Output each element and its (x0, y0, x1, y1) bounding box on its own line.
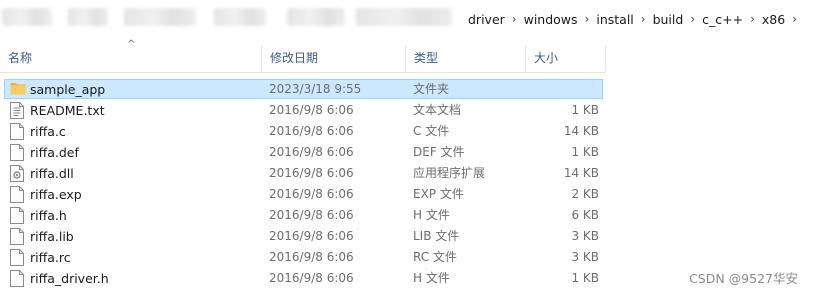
blurred-path-segment (356, 8, 452, 26)
file-icon (10, 144, 24, 161)
chevron-right-icon[interactable]: › (640, 12, 647, 26)
chevron-right-icon[interactable]: › (749, 12, 756, 26)
breadcrumb-item[interactable]: windows (518, 12, 584, 27)
file-row[interactable]: sample_app 2023/3/18 9:55 文件夹 (0, 79, 606, 100)
file-name: riffa.lib (30, 229, 74, 244)
blurred-path-segment (68, 8, 108, 26)
file-modified-date: 2016/9/8 6:06 (269, 187, 354, 201)
text-file-icon (10, 102, 24, 119)
file-type: 文本文档 (413, 103, 462, 117)
file-row[interactable]: riffa.exp 2016/9/8 6:06 EXP 文件 2 KB (0, 184, 606, 205)
chevron-right-icon[interactable]: › (584, 12, 591, 26)
file-name: README.txt (30, 103, 105, 118)
file-icon (10, 186, 24, 203)
blurred-path-segment (287, 8, 345, 26)
column-header-row: 名称 修改日期 类型 大小 (0, 45, 606, 73)
breadcrumb-item[interactable]: driver (462, 12, 511, 27)
file-name: riffa.c (30, 124, 66, 139)
chevron-right-icon[interactable]: › (791, 12, 798, 26)
file-type: LIB 文件 (413, 229, 460, 243)
file-row[interactable]: riffa.rc 2016/9/8 6:06 RC 文件 3 KB (0, 247, 606, 268)
file-row[interactable]: README.txt 2016/9/8 6:06 文本文档 1 KB (0, 100, 606, 121)
chevron-right-icon[interactable]: › (511, 12, 518, 26)
file-row[interactable]: riffa.h 2016/9/8 6:06 H 文件 6 KB (0, 205, 606, 226)
column-header-name[interactable]: 名称 (0, 45, 262, 72)
file-list: sample_app 2023/3/18 9:55 文件夹 README.txt 201… (0, 79, 814, 289)
file-type: RC 文件 (413, 250, 457, 264)
column-header-date[interactable]: 修改日期 (262, 45, 406, 72)
dll-file-icon (10, 165, 24, 182)
file-row[interactable]: riffa.lib 2016/9/8 6:06 LIB 文件 3 KB (0, 226, 606, 247)
file-name: riffa.rc (30, 250, 71, 265)
file-modified-date: 2016/9/8 6:06 (269, 166, 354, 180)
file-type: 文件夹 (413, 82, 450, 96)
file-name: riffa.h (30, 208, 67, 223)
file-type: DEF 文件 (413, 145, 465, 159)
file-modified-date: 2023/3/18 9:55 (269, 82, 362, 96)
file-modified-date: 2016/9/8 6:06 (269, 124, 354, 138)
file-size: 14 KB (563, 124, 599, 138)
file-modified-date: 2016/9/8 6:06 (269, 250, 354, 264)
breadcrumb-item[interactable]: install (590, 12, 639, 27)
file-icon (10, 270, 24, 287)
breadcrumb-item[interactable]: build (647, 12, 690, 27)
file-size: 1 KB (571, 271, 599, 285)
file-row[interactable]: riffa.dll 2016/9/8 6:06 应用程序扩展 14 KB (0, 163, 606, 184)
watermark: CSDN @9527华安 (689, 271, 798, 286)
file-size: 1 KB (571, 145, 599, 159)
file-modified-date: 2016/9/8 6:06 (269, 271, 354, 285)
file-size: 2 KB (571, 187, 599, 201)
file-icon (10, 123, 24, 140)
column-header-type[interactable]: 类型 (406, 45, 526, 72)
file-size: 3 KB (571, 229, 599, 243)
address-bar[interactable]: driver › windows › install › build › c_c++ › x86 › (0, 0, 814, 38)
file-icon (10, 228, 24, 245)
file-name: riffa_driver.h (30, 271, 109, 286)
file-icon (10, 249, 24, 266)
folder-icon (10, 81, 26, 98)
breadcrumb-item[interactable]: c_c++ (696, 12, 749, 27)
file-type: EXP 文件 (413, 187, 464, 201)
chevron-right-icon[interactable]: › (689, 12, 696, 26)
breadcrumb-item[interactable]: x86 (756, 12, 791, 27)
column-header-size[interactable]: 大小 (526, 45, 606, 72)
blurred-path-segment (2, 8, 52, 26)
file-icon (10, 207, 24, 224)
blurred-path-segment (214, 8, 266, 26)
blurred-path-segment (124, 8, 196, 26)
file-row[interactable]: riffa.c 2016/9/8 6:06 C 文件 14 KB (0, 121, 606, 142)
file-name: riffa.dll (30, 166, 74, 181)
file-size: 6 KB (571, 208, 599, 222)
file-size: 3 KB (571, 250, 599, 264)
file-name: riffa.def (30, 145, 79, 160)
file-modified-date: 2016/9/8 6:06 (269, 208, 354, 222)
file-row[interactable]: riffa_driver.h 2016/9/8 6:06 H 文件 1 KB (0, 268, 606, 289)
file-name: riffa.exp (30, 187, 82, 202)
file-type: C 文件 (413, 124, 450, 138)
file-size: 14 KB (563, 166, 599, 180)
file-type: H 文件 (413, 271, 450, 285)
breadcrumb: driver › windows › install › build › c_c++ › x86 › (462, 10, 798, 28)
file-modified-date: 2016/9/8 6:06 (269, 229, 354, 243)
file-row[interactable]: riffa.def 2016/9/8 6:06 DEF 文件 1 KB (0, 142, 606, 163)
file-name: sample_app (30, 82, 106, 97)
file-type: H 文件 (413, 208, 450, 222)
file-size: 1 KB (571, 103, 599, 117)
file-modified-date: 2016/9/8 6:06 (269, 103, 354, 117)
file-modified-date: 2016/9/8 6:06 (269, 145, 354, 159)
file-type: 应用程序扩展 (413, 166, 486, 180)
